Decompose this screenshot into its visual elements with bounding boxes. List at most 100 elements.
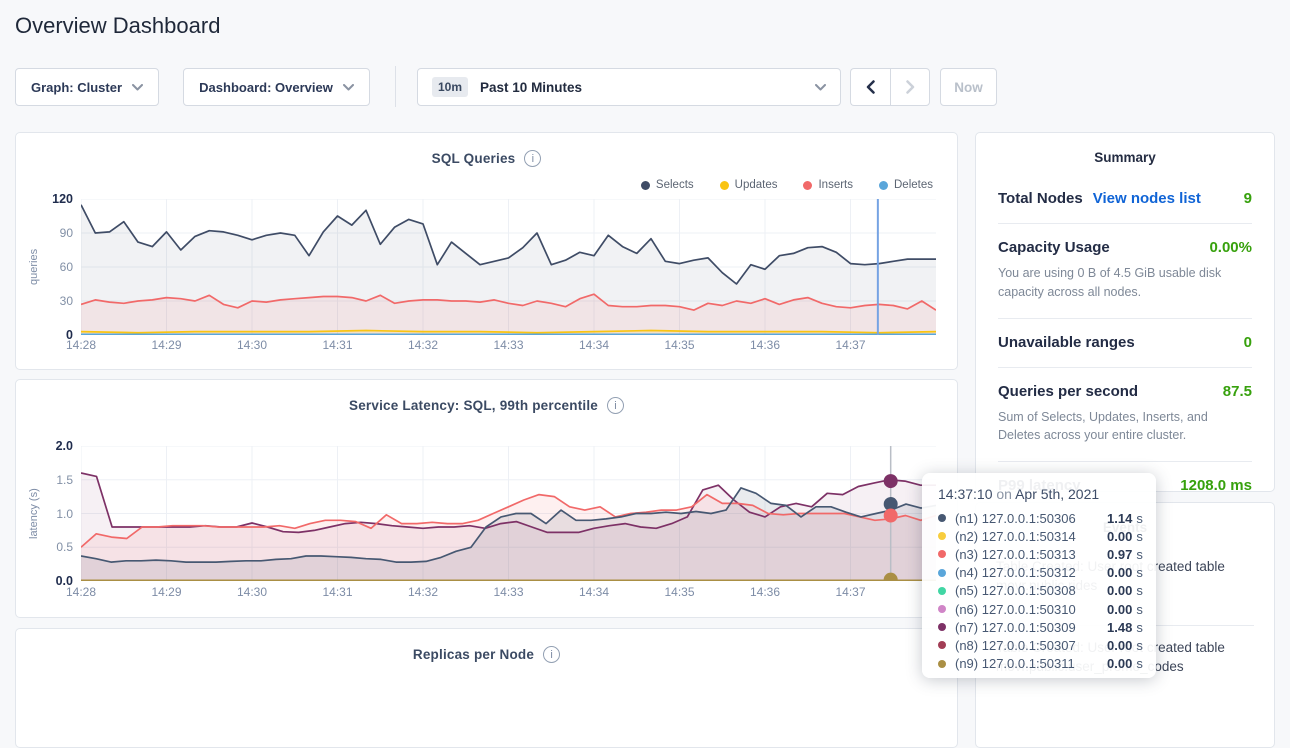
legend-item-selects[interactable]: Selects [641, 179, 694, 191]
x-axis-tick: 14:35 [660, 585, 700, 599]
legend-label: Selects [656, 179, 694, 191]
legend-dot [641, 181, 650, 190]
node-address: (n4) 127.0.0.1:50312 [955, 565, 1107, 580]
x-axis-tick: 14:29 [147, 338, 187, 352]
summary-total-nodes: Total Nodes View nodes list 9 [998, 175, 1252, 224]
chevron-down-icon [815, 84, 826, 91]
dashboard-dropdown-label: Dashboard: Overview [199, 80, 333, 95]
tooltip-node-row: (n4) 127.0.0.1:503120.00s [938, 564, 1156, 582]
node-latency-unit: s [1136, 602, 1143, 617]
node-latency-unit: s [1136, 547, 1143, 562]
time-range-dropdown[interactable]: 10m Past 10 Minutes [417, 68, 841, 106]
x-axis-tick: 14:31 [318, 338, 358, 352]
node-latency-value: 0.00 [1107, 638, 1132, 653]
time-next-button[interactable] [890, 68, 930, 106]
tooltip-node-row: (n8) 127.0.0.1:503070.00s [938, 636, 1156, 654]
hover-dot [884, 509, 898, 523]
replicas-per-node-chart-card: Replicas per Node i [15, 628, 958, 748]
sql-y-axis-label: queries [26, 199, 42, 335]
tooltip-node-row: (n2) 127.0.0.1:503140.00s [938, 527, 1156, 545]
y-axis-tick: 1.5 [56, 473, 73, 487]
time-prev-button[interactable] [850, 68, 890, 106]
sql-chart-legend: Selects Updates Inserts Deletes [641, 179, 933, 191]
now-button[interactable]: Now [940, 68, 997, 106]
tooltip-timestamp: 14:37:10 on Apr 5th, 2021 [938, 486, 1156, 502]
legend-item-updates[interactable]: Updates [720, 179, 778, 191]
node-latency-value: 0.00 [1107, 583, 1132, 598]
x-axis-tick: 14:36 [745, 338, 785, 352]
node-latency-value: 0.00 [1107, 565, 1132, 580]
legend-item-inserts[interactable]: Inserts [803, 179, 853, 191]
y-axis-tick: 2.0 [56, 439, 73, 453]
node-latency-unit: s [1136, 583, 1143, 598]
y-axis-tick: 120 [52, 192, 73, 206]
node-address: (n5) 127.0.0.1:50308 [955, 583, 1107, 598]
sql-queries-plot[interactable] [81, 199, 936, 335]
view-nodes-list-link[interactable]: View nodes list [1093, 190, 1201, 207]
sql-queries-chart-card: SQL Queries i Selects Updates Inserts Delet… [15, 132, 958, 370]
node-latency-unit: s [1136, 638, 1143, 653]
node-latency-unit: s [1136, 656, 1143, 671]
qps-label: Queries per second [998, 383, 1138, 400]
qps-value: 87.5 [1223, 383, 1252, 400]
node-address: (n7) 127.0.0.1:50309 [955, 620, 1107, 635]
sql-x-axis: 14:2814:2914:3014:3114:3214:3314:3414:35… [81, 338, 936, 354]
node-latency-unit: s [1136, 620, 1143, 635]
node-color-dot [938, 660, 946, 668]
legend-item-deletes[interactable]: Deletes [879, 179, 933, 191]
chart-hover-tooltip: 14:37:10 on Apr 5th, 2021 (n1) 127.0.0.1… [922, 473, 1156, 678]
x-axis-tick: 14:30 [232, 338, 272, 352]
legend-label: Deletes [894, 179, 933, 191]
x-axis-tick: 14:31 [318, 585, 358, 599]
x-axis-tick: 14:30 [232, 585, 272, 599]
chevron-down-icon [343, 84, 354, 91]
info-icon[interactable]: i [607, 397, 624, 414]
sql-chart-title: SQL Queries [432, 151, 516, 166]
node-latency-value: 1.48 [1107, 620, 1132, 635]
info-icon[interactable]: i [543, 646, 560, 663]
capacity-value: 0.00% [1209, 239, 1252, 256]
x-axis-tick: 14:28 [61, 338, 101, 352]
capacity-label: Capacity Usage [998, 239, 1110, 256]
capacity-description: You are using 0 B of 4.5 GiB usable disk… [998, 264, 1252, 302]
node-color-dot [938, 587, 946, 595]
summary-capacity: Capacity Usage 0.00% You are using 0 B o… [998, 224, 1252, 319]
x-axis-tick: 14:32 [403, 338, 443, 352]
chevron-down-icon [132, 84, 143, 91]
replicas-chart-title: Replicas per Node [413, 647, 534, 662]
summary-title: Summary [976, 150, 1274, 165]
node-address: (n2) 127.0.0.1:50314 [955, 529, 1107, 544]
tooltip-node-row: (n6) 127.0.0.1:503100.00s [938, 600, 1156, 618]
node-address: (n1) 127.0.0.1:50306 [955, 511, 1107, 526]
legend-dot [720, 181, 729, 190]
summary-panel: Summary Total Nodes View nodes list 9 Ca… [975, 132, 1275, 492]
total-nodes-label: Total Nodes [998, 190, 1083, 207]
legend-label: Inserts [818, 179, 853, 191]
y-axis-tick: 30 [60, 294, 73, 308]
graph-dropdown[interactable]: Graph: Cluster [15, 68, 159, 106]
x-axis-tick: 14:29 [147, 585, 187, 599]
p99-latency-value: 1208.0 ms [1180, 477, 1252, 494]
qps-description: Sum of Selects, Updates, Inserts, and De… [998, 408, 1252, 446]
node-address: (n3) 127.0.0.1:50313 [955, 547, 1107, 562]
y-axis-tick: 90 [60, 226, 73, 240]
tooltip-node-row: (n7) 127.0.0.1:503091.48 s [938, 618, 1156, 636]
info-icon[interactable]: i [524, 150, 541, 167]
toolbar-divider [395, 66, 396, 107]
time-nav-group [850, 68, 930, 106]
summary-qps: Queries per second 87.5 Sum of Selects, … [998, 368, 1252, 463]
y-axis-tick: 60 [60, 260, 73, 274]
node-color-dot [938, 550, 946, 558]
node-latency-unit: s [1136, 511, 1143, 526]
node-color-dot [938, 532, 946, 540]
time-range-label: Past 10 Minutes [480, 80, 803, 95]
service-latency-plot[interactable] [81, 446, 936, 581]
summary-unavailable-ranges: Unavailable ranges 0 [998, 319, 1252, 368]
node-color-dot [938, 641, 946, 649]
dashboard-dropdown[interactable]: Dashboard: Overview [183, 68, 370, 106]
node-latency-value: 0.00 [1107, 656, 1132, 671]
node-color-dot [938, 569, 946, 577]
latency-x-axis: 14:2814:2914:3014:3114:3214:3314:3414:35… [81, 585, 936, 601]
x-axis-tick: 14:28 [61, 585, 101, 599]
unavailable-ranges-value: 0 [1244, 334, 1252, 351]
